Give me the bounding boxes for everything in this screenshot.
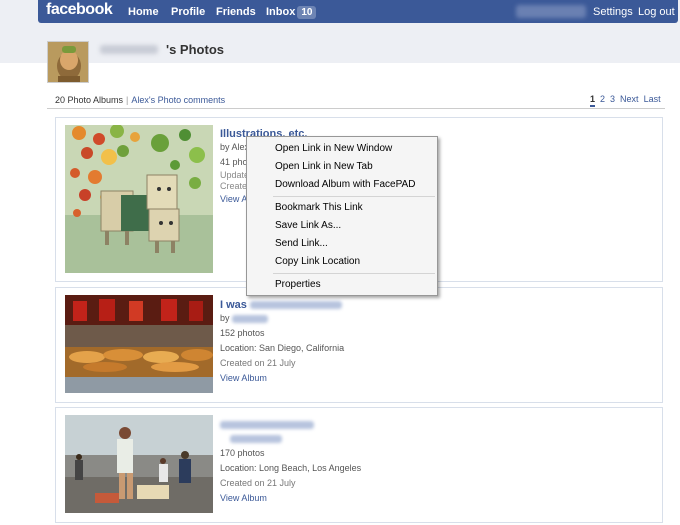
nav-inbox[interactable]: Inbox 10	[266, 6, 317, 19]
nav-inbox-label: Inbox	[266, 6, 296, 18]
menu-copy-link-location[interactable]: Copy Link Location	[275, 256, 360, 267]
header-divider	[47, 108, 665, 109]
menu-separator	[273, 273, 435, 274]
page-title: 's Photos	[166, 42, 224, 57]
settings-link[interactable]: Settings	[593, 6, 633, 18]
album-title-link[interactable]: I was	[220, 299, 247, 311]
album-photo-count: 152 photos	[220, 328, 265, 338]
pager-next[interactable]: Next	[620, 94, 639, 104]
nav-profile[interactable]: Profile	[171, 6, 205, 18]
album-count: 20 Photo Albums	[55, 95, 124, 105]
album-cover-illustrations[interactable]	[65, 125, 213, 273]
menu-bookmark-link[interactable]: Bookmark This Link	[275, 202, 363, 213]
menu-download-album[interactable]: Download Album with FacePAD	[275, 179, 415, 190]
album-card: I was by 152 photos Location: San Diego,…	[55, 287, 663, 403]
photo-comments-link[interactable]: Alex's Photo comments	[131, 95, 225, 105]
album-created: Created on 21 July	[220, 358, 296, 368]
menu-open-new-window[interactable]: Open Link in New Window	[275, 143, 392, 154]
owner-name-blurred	[230, 434, 282, 443]
album-summary: 20 Photo Albums | Alex's Photo comments	[55, 95, 225, 105]
menu-save-link[interactable]: Save Link As...	[275, 220, 341, 231]
album-owner-text: by Alex	[220, 142, 250, 152]
album-created: Created on 21 July	[220, 478, 296, 488]
album-location: Location: San Diego, California	[220, 343, 345, 353]
inbox-count-badge: 10	[297, 6, 317, 19]
view-album-link[interactable]: View Album	[220, 491, 361, 506]
album-cover-san-diego[interactable]	[65, 295, 213, 393]
separator: |	[126, 95, 129, 105]
album-title: I was	[220, 299, 344, 311]
user-name-blurred[interactable]	[516, 5, 586, 18]
pager-last[interactable]: Last	[644, 94, 661, 104]
album-card: 170 photos Location: Long Beach, Los Ang…	[55, 407, 663, 523]
menu-send-link[interactable]: Send Link...	[275, 238, 328, 249]
menu-separator	[273, 196, 435, 197]
album-title	[220, 419, 361, 431]
pagination: 1 2 3 Next Last	[590, 94, 666, 107]
album-title-blurred	[249, 301, 342, 310]
album-cover-long-beach[interactable]	[65, 415, 213, 513]
menu-properties[interactable]: Properties	[275, 279, 321, 290]
owner-name-blurred	[232, 314, 269, 323]
view-album-link[interactable]: View Album	[220, 371, 344, 386]
owner-name-blurred	[100, 45, 158, 54]
album-info: 170 photos Location: Long Beach, Los Ang…	[220, 419, 361, 506]
logout-link[interactable]: Log out	[638, 6, 675, 18]
page-2[interactable]: 2	[600, 94, 605, 104]
menu-open-new-tab[interactable]: Open Link in New Tab	[275, 161, 373, 172]
page-3[interactable]: 3	[610, 94, 615, 104]
nav-home[interactable]: Home	[128, 6, 159, 18]
profile-avatar[interactable]	[47, 41, 89, 83]
album-owner-text: by	[220, 313, 230, 323]
top-navigation-bar: facebook Home Profile Friends Inbox 10 Se…	[38, 0, 678, 23]
nav-friends[interactable]: Friends	[216, 6, 256, 18]
album-title-blurred[interactable]	[220, 421, 314, 430]
album-owner: by	[220, 311, 344, 326]
album-location: Location: Long Beach, Los Angeles	[220, 463, 362, 473]
album-owner	[220, 431, 361, 446]
facebook-logo[interactable]: facebook	[46, 1, 113, 19]
context-menu: Open Link in New Window Open Link in New…	[246, 136, 438, 296]
page-1[interactable]: 1	[590, 94, 596, 107]
album-info: I was by 152 photos Location: San Diego,…	[220, 299, 344, 386]
album-photo-count: 170 photos	[220, 448, 265, 458]
